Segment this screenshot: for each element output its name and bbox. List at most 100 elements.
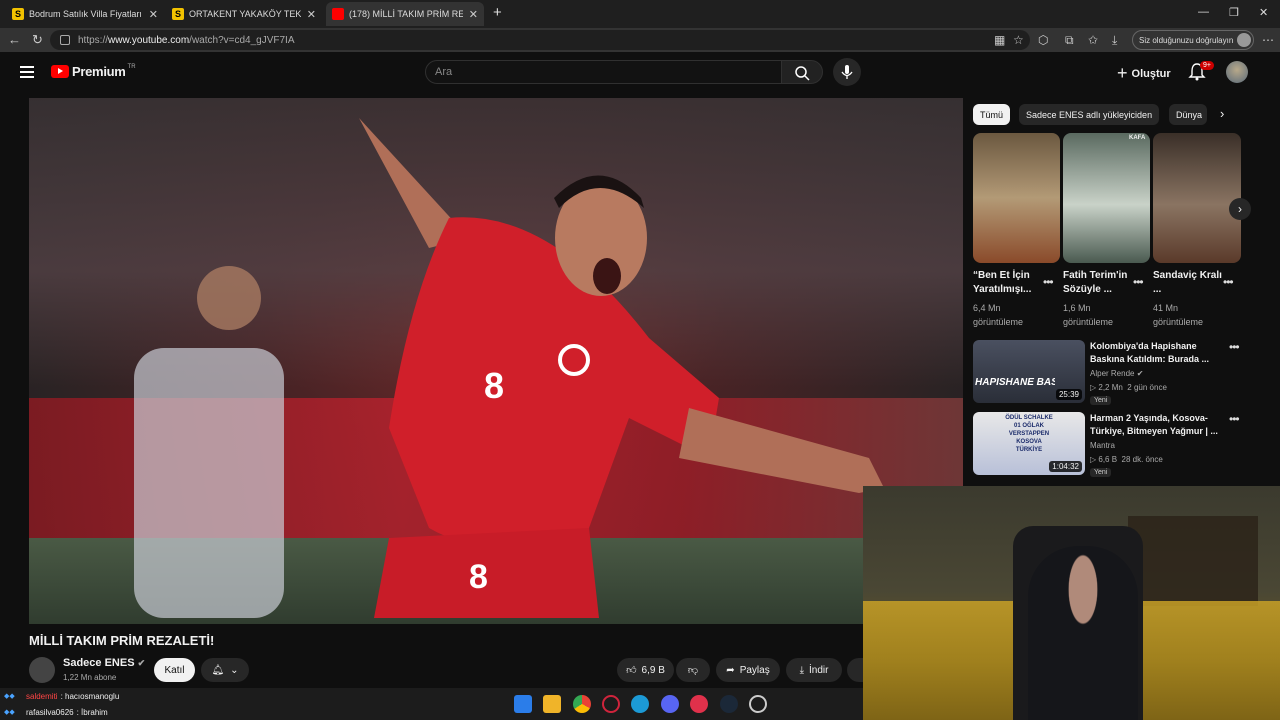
views-suffix: görüntüleme [1153, 317, 1204, 327]
new-badge: Yeni [1090, 396, 1112, 405]
share-icon: ➦ [726, 664, 735, 676]
video-thumbnail[interactable]: ÖDÜL SCHALKE 01 OĞLAK VERSTAPPEN KOSOVA … [973, 412, 1085, 475]
profile-avatar-icon [1237, 33, 1252, 47]
close-tab-icon[interactable]: ✕ [149, 8, 158, 21]
edge-icon[interactable] [631, 695, 649, 713]
download-icon: ⤓ [799, 664, 804, 676]
verify-identity-button[interactable]: Siz olduğunuzu doğrulayın [1132, 30, 1254, 50]
shorts-next-icon[interactable]: › [1229, 198, 1251, 220]
back-icon[interactable]: ← [8, 32, 21, 47]
bell-icon: 🔔︎ [211, 664, 225, 676]
short-title[interactable]: Fatih Terim'in Sözüyle ... [1063, 269, 1133, 297]
svg-text:8: 8 [484, 365, 504, 406]
chat-message: : İbrahim [76, 707, 108, 717]
browser-tab-bar: S Bodrum Satılık Villa Fiyatları ve Vill… [0, 0, 1280, 28]
video-channel-name: Alper Rende [1090, 369, 1135, 378]
channel-avatar[interactable] [29, 657, 55, 683]
short-more-icon[interactable]: ••• [1043, 275, 1054, 289]
app-grid-icon[interactable]: ▦ [994, 33, 1005, 47]
clock-app-icon[interactable] [749, 695, 767, 713]
account-avatar[interactable] [1226, 61, 1248, 83]
browser-tab-2[interactable]: S ORTAKENT YAKAKÖY TEK KATLI HA ✕ [166, 2, 322, 26]
video-meta: ▷ 6,6 B 28 dk. önce [1090, 455, 1163, 464]
create-button[interactable]: + Oluştur [1117, 63, 1171, 84]
channel-name[interactable]: Sadece ENES ✔ [63, 657, 145, 669]
short-thumbnail[interactable] [1153, 133, 1241, 263]
notification-preference-button[interactable]: 🔔︎ ⌄ [201, 658, 249, 682]
extensions-icon[interactable]: ⬡ [1038, 33, 1048, 47]
video-channel[interactable]: Alper Rende ✔ [1090, 369, 1143, 378]
chat-message: : hacıosmanoglu [60, 691, 120, 701]
subscriber-count: 1,22 Mn abone [63, 673, 117, 682]
reload-icon[interactable]: ↻ [32, 32, 43, 48]
video-title-link[interactable]: Kolombiya'da Hapishane Baskına Katıldım:… [1090, 340, 1220, 366]
short-title[interactable]: “Ben Et İçin Yaratılmışı... [973, 269, 1043, 297]
like-count: 6,9 B [641, 664, 665, 676]
url-field[interactable]: https://www.youtube.com/watch?v=cd4_gJVF… [50, 30, 1030, 50]
chip-all[interactable]: Tümü [973, 104, 1011, 125]
short-more-icon[interactable]: ••• [1223, 275, 1234, 289]
video-thumbnail[interactable]: HAPISHANE BASKINI 25:39 [973, 340, 1085, 403]
short-title[interactable]: Sandaviç Kralı ... [1153, 269, 1223, 297]
views-count: 6,4 Mn [973, 303, 1001, 313]
logo-region: TR [127, 64, 136, 70]
start-icon[interactable] [514, 695, 532, 713]
chip-uploader[interactable]: Sadece ENES adlı yükleyiciden [1019, 104, 1160, 125]
discord-icon[interactable] [661, 695, 679, 713]
media-player-icon[interactable] [690, 695, 708, 713]
webcam-overlay [863, 486, 1280, 720]
favorites-icon[interactable]: ✩ [1088, 33, 1098, 47]
close-window-icon[interactable]: ✕ [1259, 6, 1268, 19]
close-tab-icon[interactable]: ✕ [307, 8, 316, 21]
restore-icon[interactable]: ❐ [1229, 6, 1239, 19]
short-thumbnail[interactable]: KAFA [1063, 133, 1150, 263]
file-explorer-icon[interactable] [543, 695, 561, 713]
share-button[interactable]: ➦ Paylaş [716, 658, 780, 682]
video-frame-player-figure: 8 8 [134, 118, 884, 618]
video-views: ▷ 6,6 B [1090, 455, 1118, 464]
more-actions-button[interactable] [847, 658, 863, 682]
short-more-icon[interactable]: ••• [1133, 275, 1144, 289]
chrome-icon[interactable] [573, 695, 591, 713]
opera-icon[interactable] [602, 695, 620, 713]
voice-search-button[interactable] [833, 58, 861, 86]
video-player[interactable]: 8 8 [29, 98, 963, 624]
close-tab-icon[interactable]: ✕ [469, 8, 478, 21]
video-title-link[interactable]: Harman 2 Yaşında, Kosova-Türkiye, Bitmey… [1090, 412, 1220, 438]
video-duration: 1:04:32 [1049, 461, 1082, 472]
more-menu-icon[interactable]: ⋯ [1262, 33, 1274, 47]
chip-world[interactable]: Dünya [1169, 104, 1207, 125]
thumbnail-text: HAPISHANE BASKINI [975, 378, 1055, 388]
menu-icon[interactable] [20, 66, 34, 81]
video-channel[interactable]: Mantra [1090, 441, 1115, 450]
views-suffix: görüntüleme [1063, 317, 1114, 327]
search-input[interactable]: Ara [425, 60, 782, 84]
short-views: 1,6 Mn görüntüleme [1063, 301, 1113, 329]
search-button[interactable] [781, 60, 823, 84]
notification-count-badge: 9+ [1200, 61, 1214, 70]
dislike-button[interactable]: 👎︎ [676, 658, 710, 682]
video-title: MİLLİ TAKIM PRİM REZALETİ! [29, 633, 215, 648]
like-button[interactable]: 👍︎ 6,9 B [617, 658, 674, 682]
browser-tab-1[interactable]: S Bodrum Satılık Villa Fiyatları ve Vill… [6, 2, 164, 26]
steam-icon[interactable] [720, 695, 738, 713]
chat-badge-icon: ◆◆ [4, 709, 15, 716]
download-icon[interactable]: ⤓ [1112, 33, 1117, 48]
share-label: Paylaş [739, 664, 770, 676]
download-button[interactable]: ⤓ İndir [786, 658, 842, 682]
chevron-right-icon[interactable]: › [1220, 106, 1224, 121]
address-bar-row: ← ↻ https://www.youtube.com/watch?v=cd4_… [0, 28, 1280, 52]
join-button[interactable]: Katıl [154, 658, 195, 682]
video-more-icon[interactable]: ••• [1229, 412, 1240, 426]
browser-tab-3-active[interactable]: (178) MİLLİ TAKIM PRİM REZALETİ ✕ [326, 2, 484, 26]
minimize-icon[interactable]: — [1198, 6, 1209, 18]
new-tab-button[interactable]: + [493, 4, 502, 21]
video-more-icon[interactable]: ••• [1229, 340, 1240, 354]
short-thumbnail[interactable] [973, 133, 1060, 263]
split-screen-icon[interactable]: ⧉ [1065, 33, 1074, 48]
youtube-premium-logo[interactable]: Premium TR [51, 64, 136, 79]
favorite-star-icon[interactable]: ☆ [1013, 33, 1024, 47]
plus-icon: + [1117, 63, 1128, 83]
url-path: /watch?v=cd4_gJVF7IA [189, 34, 295, 46]
search-placeholder: Ara [435, 66, 453, 78]
